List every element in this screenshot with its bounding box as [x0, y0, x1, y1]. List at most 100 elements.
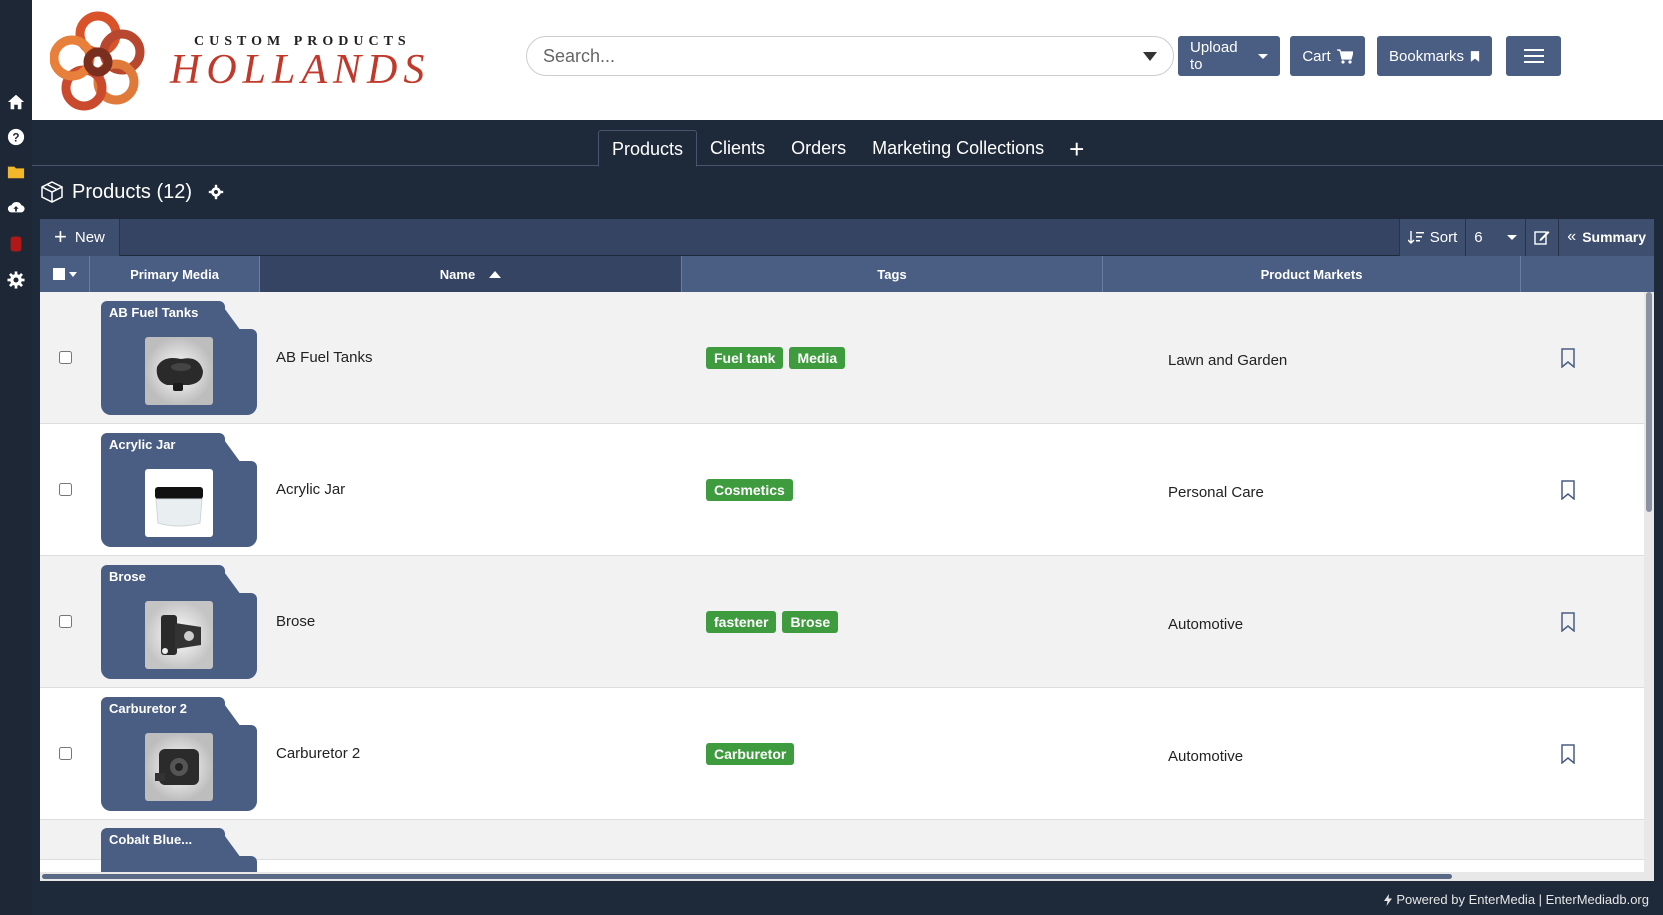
- bookmark-toggle[interactable]: [1548, 743, 1588, 764]
- select-all-checkbox[interactable]: [52, 268, 65, 280]
- sort-label: Sort: [1429, 228, 1458, 246]
- box-icon: [41, 181, 63, 203]
- product-folder-card[interactable]: AB Fuel Tanks: [101, 300, 257, 415]
- product-folder-card[interactable]: Brose: [101, 564, 257, 679]
- plus-icon: +: [54, 224, 67, 249]
- bookmarks-button[interactable]: Bookmarks: [1377, 36, 1492, 76]
- tab-orders[interactable]: Orders: [778, 130, 859, 166]
- help-icon[interactable]: ?: [6, 127, 26, 147]
- tab-clients[interactable]: Clients: [697, 130, 778, 166]
- column-header-actions: [1521, 256, 1654, 292]
- section-header: Products (12): [40, 180, 224, 204]
- tag-badge[interactable]: Carburetor: [706, 742, 795, 765]
- folder-title: Carburetor 2: [109, 700, 188, 716]
- page-title: Products (12): [72, 180, 193, 203]
- tag-badge[interactable]: Media: [789, 346, 846, 369]
- product-market: Automotive: [1168, 748, 1244, 765]
- sort-icon: [1407, 231, 1424, 244]
- column-header-name[interactable]: Name: [260, 256, 682, 292]
- page-size-select[interactable]: 6: [1465, 219, 1526, 256]
- product-folder-card[interactable]: Acrylic Jar: [101, 432, 257, 547]
- vertical-scrollbar[interactable]: [1644, 292, 1654, 879]
- tab-products[interactable]: Products: [598, 130, 698, 167]
- tag-badge[interactable]: Cosmetics: [706, 478, 793, 501]
- cart-button[interactable]: Cart: [1290, 36, 1365, 76]
- sort-button[interactable]: Sort: [1398, 219, 1466, 256]
- database-icon[interactable]: [6, 234, 26, 254]
- bookmark-outline-icon: [1561, 743, 1575, 764]
- home-icon[interactable]: [6, 92, 26, 112]
- bookmarks-label: Bookmarks: [1389, 47, 1465, 65]
- upload-to-button[interactable]: Upload to: [1178, 36, 1280, 76]
- select-all-control[interactable]: [40, 256, 90, 292]
- bookmark-toggle[interactable]: [1548, 479, 1588, 500]
- table-row[interactable]: AB Fuel Tanks AB Fuel Tanks Fuel tank Me…: [40, 292, 1654, 424]
- svg-text:?: ?: [12, 132, 19, 145]
- column-header-tags[interactable]: Tags: [682, 256, 1103, 292]
- fuel-tank-thumbnail[interactable]: [145, 336, 213, 405]
- product-name[interactable]: Acrylic Jar: [268, 481, 698, 498]
- fastener-thumbnail[interactable]: [145, 600, 213, 669]
- bookmark-outline-icon: [1561, 479, 1575, 500]
- row-checkbox[interactable]: [58, 483, 72, 496]
- row-checkbox[interactable]: [58, 747, 72, 760]
- settings-gear-icon[interactable]: [208, 184, 224, 200]
- caret-down-icon: [68, 271, 77, 277]
- table-row[interactable]: Cobalt Blue...: [40, 820, 1654, 881]
- cart-label: Cart: [1302, 47, 1331, 65]
- product-folder-card[interactable]: Carburetor 2: [101, 696, 257, 811]
- table-row[interactable]: Brose Brose fastener Brose Automotive: [40, 556, 1654, 688]
- row-checkbox[interactable]: [58, 615, 72, 628]
- brand-logo[interactable]: CUSTOM PRODUCTS HOLLANDS: [50, 10, 430, 115]
- module-tabs-bar: Products Clients Orders Marketing Collec…: [32, 120, 1663, 167]
- tag-badge[interactable]: fastener: [706, 610, 777, 633]
- add-tab-icon[interactable]: +: [1057, 132, 1096, 166]
- tag-badge[interactable]: Fuel tank: [706, 346, 784, 369]
- column-label: Name: [439, 266, 476, 282]
- product-name[interactable]: Brose: [268, 613, 698, 630]
- column-label: Tags: [877, 266, 907, 282]
- product-name[interactable]: AB Fuel Tanks: [268, 349, 698, 366]
- page-size-value: 6: [1474, 228, 1483, 246]
- product-name[interactable]: Carburetor 2: [268, 745, 698, 762]
- left-rail: ?: [0, 0, 32, 915]
- table-toolbar: + New Sort 6 « Summary: [40, 219, 1654, 256]
- lightning-icon: [1384, 893, 1393, 906]
- caret-down-icon: [1258, 53, 1268, 59]
- column-header-primary-media[interactable]: Primary Media: [90, 256, 260, 292]
- cloud-upload-icon[interactable]: [6, 197, 26, 217]
- folder-icon[interactable]: [6, 162, 26, 182]
- search-bar: [526, 36, 1174, 76]
- hamburger-icon: [1523, 49, 1544, 63]
- edit-icon: [1534, 231, 1550, 245]
- search-input[interactable]: [543, 45, 1143, 67]
- jar-thumbnail[interactable]: [145, 468, 213, 537]
- gear-icon[interactable]: [6, 270, 26, 290]
- new-label: New: [74, 228, 105, 246]
- menu-button[interactable]: [1506, 36, 1561, 76]
- tag-badge[interactable]: Brose: [782, 610, 839, 633]
- tab-marketing-collections[interactable]: Marketing Collections: [859, 130, 1057, 166]
- upload-to-label: Upload to: [1190, 39, 1238, 73]
- footer-text[interactable]: Powered by EnterMedia | EnterMediadb.org: [1396, 892, 1649, 907]
- new-button[interactable]: + New: [40, 219, 120, 256]
- sort-ascending-icon: [489, 270, 502, 278]
- bookmark-toggle[interactable]: [1548, 611, 1588, 632]
- module-tabs: Products Clients Orders Marketing Collec…: [598, 130, 1096, 167]
- bookmark-outline-icon: [1561, 611, 1575, 632]
- folder-title: Acrylic Jar: [109, 436, 176, 452]
- summary-button[interactable]: « Summary: [1558, 219, 1654, 256]
- edit-columns-button[interactable]: [1525, 219, 1559, 256]
- table-row[interactable]: Acrylic Jar Acrylic Jar Cosmetics Person…: [40, 424, 1654, 556]
- bookmark-toggle[interactable]: [1548, 347, 1588, 368]
- horizontal-scrollbar[interactable]: [40, 872, 1654, 881]
- brand-name: HOLLANDS: [170, 47, 431, 93]
- column-label: Primary Media: [130, 266, 219, 282]
- column-header-product-markets[interactable]: Product Markets: [1103, 256, 1521, 292]
- header: CUSTOM PRODUCTS HOLLANDS Upload to Cart …: [32, 0, 1663, 120]
- row-checkbox[interactable]: [58, 351, 72, 364]
- carburetor-thumbnail[interactable]: [145, 732, 213, 801]
- search-dropdown-caret-icon[interactable]: [1143, 51, 1157, 61]
- table-row[interactable]: Carburetor 2 Carburetor 2 Carburetor Aut…: [40, 688, 1654, 820]
- column-label: Product Markets: [1260, 266, 1363, 282]
